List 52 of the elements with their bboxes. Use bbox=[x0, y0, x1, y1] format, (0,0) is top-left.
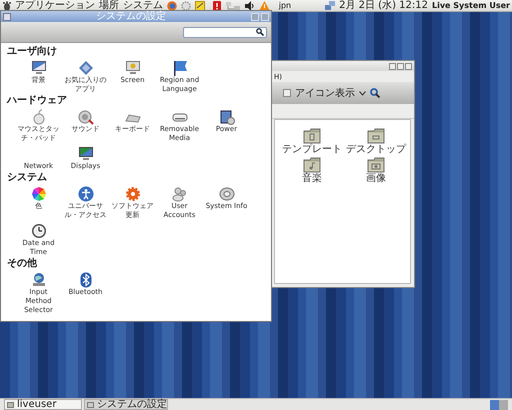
gear-icon[interactable] bbox=[181, 0, 191, 10]
close-button[interactable] bbox=[405, 62, 412, 70]
clock[interactable]: 2月 2日 (水) 12:12 bbox=[339, 0, 428, 11]
globe-icon bbox=[30, 272, 46, 288]
search-field[interactable] bbox=[183, 26, 267, 38]
folder-icon bbox=[367, 157, 385, 173]
globe-icon[interactable] bbox=[167, 0, 177, 10]
folder-item[interactable]: デスクトップ bbox=[344, 128, 408, 155]
folder-item[interactable]: テンプレート bbox=[280, 128, 344, 155]
user-name[interactable]: Live System User bbox=[432, 0, 510, 11]
window-menu-icon[interactable] bbox=[3, 12, 11, 20]
monitor-icon bbox=[124, 60, 140, 75]
minimize-button[interactable] bbox=[389, 62, 396, 70]
folder-item[interactable]: 音楽 bbox=[280, 157, 344, 184]
folder-icon bbox=[367, 128, 385, 144]
monitor-icon bbox=[78, 146, 94, 161]
gear-icon bbox=[124, 186, 140, 202]
panel-menu[interactable]: 場所 bbox=[99, 0, 119, 11]
network-icon[interactable] bbox=[225, 0, 242, 10]
flag-icon bbox=[172, 60, 188, 76]
folder-icon bbox=[303, 128, 321, 144]
users-icon bbox=[172, 186, 188, 202]
window-icon bbox=[87, 402, 94, 408]
foot-icon[interactable] bbox=[2, 0, 11, 10]
accessibility-icon bbox=[78, 186, 94, 202]
search-icon[interactable] bbox=[370, 88, 380, 98]
section-title: その他 bbox=[7, 258, 38, 270]
section-title: ハードウェア bbox=[7, 95, 68, 107]
search-icon bbox=[256, 28, 264, 36]
color-wheel-icon bbox=[30, 186, 46, 202]
folder-icon bbox=[303, 157, 321, 173]
bluetooth-icon bbox=[80, 272, 92, 288]
alert-icon[interactable] bbox=[213, 0, 222, 10]
note-icon[interactable] bbox=[195, 0, 205, 10]
network-icon[interactable] bbox=[325, 0, 336, 10]
workspace-switcher-icon[interactable] bbox=[490, 400, 508, 410]
disc-icon bbox=[218, 186, 234, 202]
window-title: システムの設定 bbox=[95, 11, 167, 22]
folder-item[interactable]: 画像 bbox=[344, 157, 408, 184]
monitor-icon bbox=[30, 60, 46, 75]
keyboard-layout[interactable]: jpn bbox=[278, 0, 292, 11]
maximize-button[interactable] bbox=[397, 62, 404, 70]
folder-icon bbox=[7, 402, 14, 408]
chevron-icon[interactable] bbox=[359, 90, 366, 96]
diamond-icon bbox=[78, 60, 94, 76]
section-title: ユーザ向け bbox=[7, 46, 58, 58]
taskbar-button[interactable]: liveuser bbox=[4, 399, 82, 410]
mouse-icon bbox=[30, 108, 46, 124]
section-title: システム bbox=[7, 172, 48, 184]
panel-menu[interactable]: システム bbox=[123, 0, 163, 11]
taskbar-button[interactable]: システムの設定 bbox=[84, 399, 168, 410]
clock-icon bbox=[30, 222, 46, 238]
